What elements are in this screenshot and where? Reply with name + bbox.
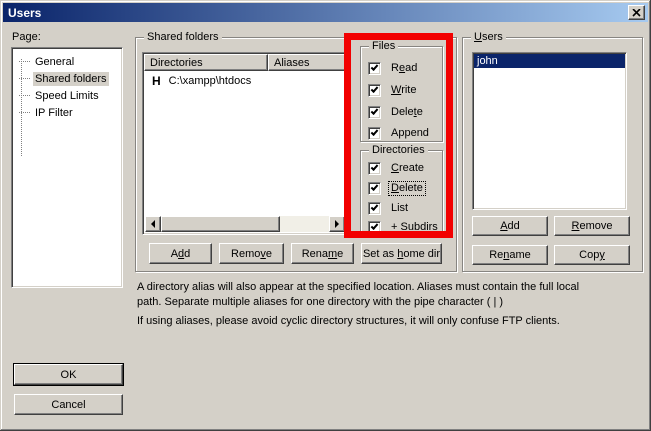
page-list[interactable]: General Shared folders Speed Limits IP F… [11,47,123,288]
folder-rename-button[interactable]: Rename [291,243,354,264]
home-dir-marker: H [152,74,161,88]
folder-add-button[interactable]: Add [149,243,212,264]
tree-connector [19,78,30,79]
ok-button[interactable]: OK [14,364,123,385]
user-copy-button[interactable]: Copy [554,245,630,265]
page-item-shared-folders[interactable]: Shared folders [12,70,122,87]
users-group-label: Users [471,31,506,44]
page-item-ip-filter[interactable]: IP Filter [12,104,122,121]
page-label: Page: [12,31,41,43]
close-icon [632,9,641,17]
set-as-home-dir-button[interactable]: Set as home dir [361,243,442,264]
tree-connector [19,112,30,113]
window-title: Users [8,6,41,20]
users-dialog: Users Page: General Shared folders Speed… [0,0,651,431]
alias-help-text: A directory alias will also appear at th… [137,280,599,333]
page-item-speed-limits[interactable]: Speed Limits [12,87,122,104]
folder-remove-button[interactable]: Remove [219,243,284,264]
shared-folder-row[interactable]: H C:\xampp\htdocs [145,73,345,88]
scroll-left-button[interactable] [145,216,161,232]
alias-help-paragraph-2: If using aliases, please avoid cyclic di… [137,314,599,329]
scrollbar-track[interactable] [280,216,329,232]
directory-path: C:\xampp\htdocs [169,75,252,87]
user-item-john[interactable]: john [474,54,625,68]
tree-connector [19,61,30,62]
scroll-left-icon [151,220,155,228]
horizontal-scrollbar[interactable] [145,216,345,232]
user-rename-button[interactable]: Rename [472,245,548,265]
title-bar[interactable]: Users [3,3,648,22]
user-add-button[interactable]: Add [472,216,548,236]
cancel-button[interactable]: Cancel [14,394,123,415]
user-remove-button[interactable]: Remove [554,216,630,236]
scroll-right-button[interactable] [329,216,345,232]
column-header-directories[interactable]: Directories [144,54,268,71]
tree-connector [19,95,30,96]
alias-help-paragraph-1: A directory alias will also appear at th… [137,280,599,310]
column-header-aliases[interactable]: Aliases [268,54,346,71]
scrollbar-thumb[interactable] [161,216,280,232]
page-item-general[interactable]: General [12,53,122,70]
list-header: Directories Aliases [144,54,346,71]
users-list[interactable]: john [472,52,627,210]
close-button[interactable] [628,5,645,20]
scroll-right-icon [335,220,339,228]
shared-folders-list[interactable]: Directories Aliases H C:\xampp\htdocs [142,52,348,235]
annotation-rectangle [344,33,453,238]
shared-folders-group-label: Shared folders [144,31,222,44]
